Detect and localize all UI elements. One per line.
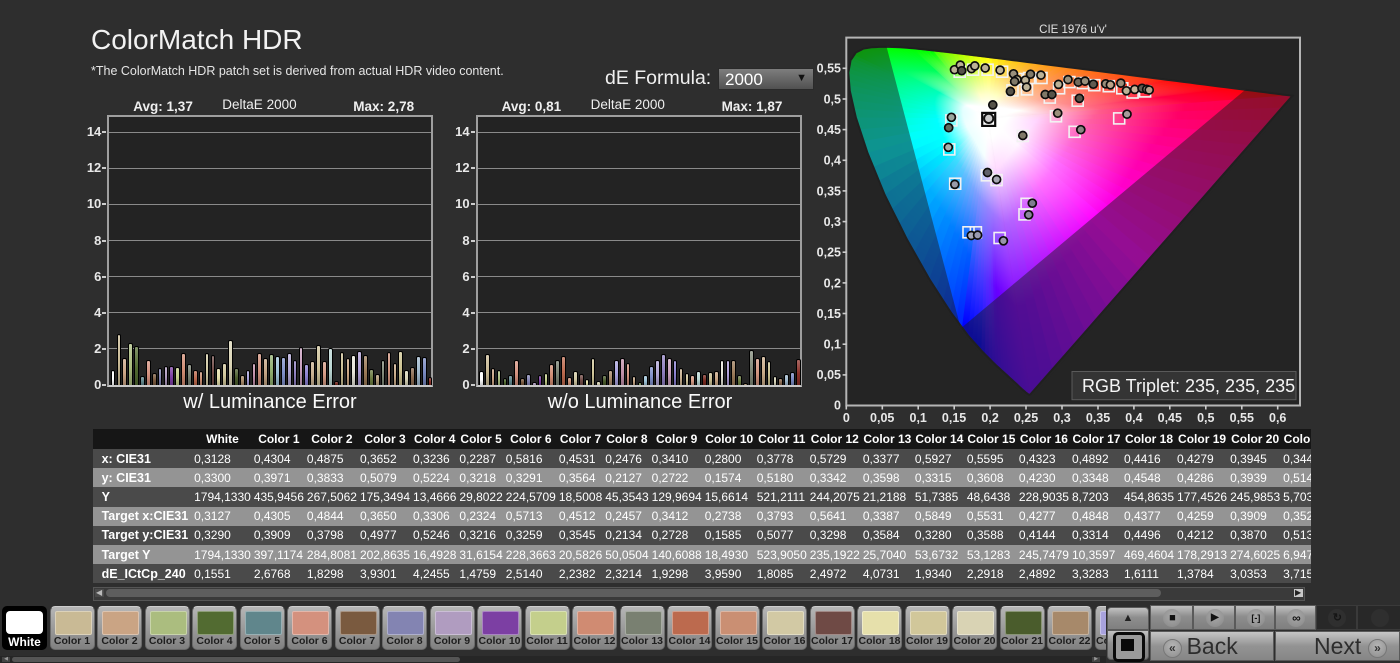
svg-text:0,2: 0,2 xyxy=(824,276,841,290)
svg-text:0,35: 0,35 xyxy=(1086,411,1110,425)
svg-text:0,6: 0,6 xyxy=(1269,411,1286,425)
svg-text:0,1: 0,1 xyxy=(910,411,927,425)
svg-text:0,3: 0,3 xyxy=(1053,411,1070,425)
svg-text:0,05: 0,05 xyxy=(870,411,894,425)
svg-text:0,4: 0,4 xyxy=(824,154,841,168)
svg-text:0,25: 0,25 xyxy=(817,246,841,260)
svg-text:RGB Triplet: 235, 235, 235: RGB Triplet: 235, 235, 235 xyxy=(1082,376,1295,396)
svg-text:0,55: 0,55 xyxy=(1230,411,1254,425)
svg-text:0: 0 xyxy=(834,399,841,413)
svg-text:0,5: 0,5 xyxy=(1197,411,1214,425)
svg-text:0,45: 0,45 xyxy=(1158,411,1182,425)
svg-text:0,5: 0,5 xyxy=(824,92,841,106)
svg-text:0,25: 0,25 xyxy=(1014,411,1038,425)
svg-text:0,2: 0,2 xyxy=(981,411,998,425)
svg-text:0,15: 0,15 xyxy=(942,411,966,425)
svg-text:0: 0 xyxy=(843,411,850,425)
svg-text:0,05: 0,05 xyxy=(817,368,841,382)
svg-text:0,1: 0,1 xyxy=(824,338,841,352)
svg-text:0,15: 0,15 xyxy=(817,307,841,321)
svg-text:0,45: 0,45 xyxy=(817,123,841,137)
svg-text:0,35: 0,35 xyxy=(817,184,841,198)
svg-text:0,4: 0,4 xyxy=(1125,411,1142,425)
svg-text:CIE 1976 u'v': CIE 1976 u'v' xyxy=(1039,24,1107,36)
svg-text:0,3: 0,3 xyxy=(824,215,841,229)
svg-text:0,55: 0,55 xyxy=(817,62,841,76)
